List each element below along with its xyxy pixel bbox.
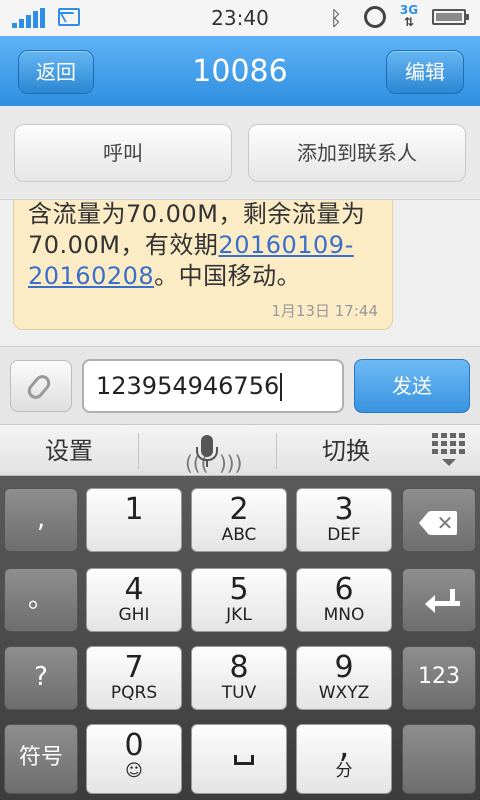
comma-key[interactable]: , — [4, 488, 78, 552]
ime-settings-button[interactable]: 设置 — [0, 425, 138, 477]
key-digit: 7 — [124, 650, 144, 685]
key-7[interactable]: 7 PQRS — [86, 646, 182, 710]
key-letters: ABC — [221, 525, 257, 545]
header-bar: 返回 10086 编辑 — [0, 36, 480, 106]
call-button[interactable]: 呼叫 — [14, 124, 232, 182]
key-letters: PQRS — [110, 683, 158, 703]
space-key[interactable] — [191, 724, 287, 794]
ime-switch-button[interactable]: 切换 — [277, 425, 415, 477]
numeric-switch-key[interactable]: 123 — [402, 646, 476, 710]
key-4[interactable]: 4 GHI — [86, 568, 182, 632]
message-input-value: 123954946756 — [96, 372, 280, 400]
key-3[interactable]: 3 DEF — [296, 488, 392, 552]
key-letters: 分 — [335, 761, 353, 781]
key-letters: WXYZ — [318, 683, 370, 703]
key-letters: TUV — [221, 683, 257, 703]
key-digit: 8 — [229, 650, 249, 685]
message-timestamp: 1月13日 17:44 — [271, 302, 378, 320]
microphone-stand-icon — [206, 461, 208, 467]
key-letters: GHI — [118, 605, 150, 625]
send-button[interactable]: 发送 — [354, 359, 470, 413]
battery-icon — [432, 9, 469, 25]
backspace-icon: ✕ — [419, 511, 459, 535]
message-tail: 。中国移动。 — [154, 262, 302, 290]
key-label: 。 — [27, 584, 54, 614]
key-digit: 0 — [124, 728, 144, 763]
key-6[interactable]: 6 MNO — [296, 568, 392, 632]
message-input[interactable]: 123954946756 — [82, 359, 344, 413]
message-text: 含流量为70.00M，剩余流量为70.00M，有效期20160109-20160… — [28, 200, 378, 292]
contact-actions: 呼叫 添加到联系人 — [0, 106, 480, 200]
symbols-key[interactable]: 符号 — [4, 724, 78, 794]
space-icon — [234, 755, 254, 765]
key-digit: 4 — [124, 572, 144, 607]
message-bubble[interactable]: 含流量为70.00M，剩余流量为70.00M，有效期20160109-20160… — [13, 200, 393, 330]
key-8[interactable]: 8 TUV — [191, 646, 287, 710]
edit-button[interactable]: 编辑 — [386, 50, 464, 94]
key-digit: 1 — [124, 492, 144, 527]
keyboard-hide-icon[interactable] — [432, 433, 466, 467]
backspace-key[interactable]: ✕ — [402, 488, 476, 552]
numeric-keyboard: , 。 ? 符号 1 2 ABC 3 DEF 4 GHI 5 JKL 6 MNO 7 PQR… — [0, 476, 480, 800]
key-label: 123 — [418, 664, 460, 689]
language-switch-key[interactable] — [402, 724, 476, 794]
key-9[interactable]: 9 WXYZ — [296, 646, 392, 710]
key-letters: JKL — [226, 605, 252, 625]
alarm-icon — [364, 6, 386, 28]
key-digit: 3 — [334, 492, 354, 527]
period-key[interactable]: 。 — [4, 568, 78, 632]
attach-button[interactable] — [10, 360, 72, 412]
add-to-contacts-button[interactable]: 添加到联系人 — [248, 124, 466, 182]
microphone-icon — [196, 435, 218, 461]
conversation-area[interactable]: 含流量为70.00M，剩余流量为70.00M，有效期20160109-20160… — [0, 200, 480, 346]
key-letters: MNO — [323, 605, 365, 625]
key-0[interactable]: 0 ☺ — [86, 724, 182, 794]
paperclip-icon — [24, 371, 54, 403]
status-bar: 23:40 ᛒ 3G ⇅ — [0, 0, 480, 36]
key-letters: DEF — [327, 525, 361, 545]
comma-sub-key[interactable]: ,分 — [296, 724, 392, 794]
emoji-icon: ☺ — [125, 761, 143, 781]
key-digit: 2 — [229, 492, 249, 527]
key-5[interactable]: 5 JKL — [191, 568, 287, 632]
network-3g-icon: 3G ⇅ — [399, 3, 419, 29]
text-caret — [280, 373, 283, 401]
ime-toolbar: 设置 ((( ))) 切换 — [0, 424, 480, 476]
key-digit: 9 — [334, 650, 354, 685]
key-1[interactable]: 1 — [86, 488, 182, 552]
bluetooth-icon: ᛒ — [330, 6, 342, 30]
key-label: 符号 — [18, 745, 63, 770]
compose-bar: 123954946756 发送 — [0, 346, 480, 424]
key-label: ? — [34, 662, 48, 692]
key-digit: , — [338, 726, 350, 766]
voice-input-button[interactable]: ((( ))) — [139, 425, 276, 477]
enter-icon — [425, 589, 460, 617]
key-digit: 6 — [334, 572, 354, 607]
question-key[interactable]: ? — [4, 646, 78, 710]
enter-key[interactable] — [402, 568, 476, 632]
key-digit: 5 — [229, 572, 249, 607]
key-2[interactable]: 2 ABC — [191, 488, 287, 552]
key-label: , — [36, 504, 46, 534]
